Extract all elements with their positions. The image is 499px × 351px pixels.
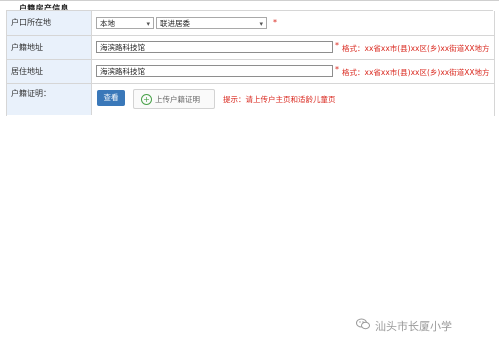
household-address-hint: 格式：xx省xx市(县)xx区(乡)xx街道XX地方 bbox=[342, 44, 490, 53]
wechat-icon bbox=[356, 318, 370, 330]
living-address-input[interactable]: 海滨路科技馆 bbox=[96, 65, 333, 77]
row-household-address: 户籍地址 海滨路科技馆 * 格式：xx省xx市(县)xx区(乡)xx街道XX地方 bbox=[7, 36, 494, 60]
required-marker: * bbox=[273, 18, 277, 27]
row-residence: 户口所在地 本地 ▾ 联进居委 ▾ * bbox=[7, 11, 494, 36]
top-divider bbox=[0, 0, 499, 1]
label-cell: 户口所在地 bbox=[7, 11, 92, 35]
living-address-hint: 格式：xx省xx市(县)xx区(乡)xx街道XX地方 bbox=[342, 68, 490, 77]
residence-label: 户口所在地 bbox=[11, 18, 51, 27]
watermark-text: 汕头市长厦小学 bbox=[375, 320, 452, 333]
household-form: 户口所在地 本地 ▾ 联进居委 ▾ * 户籍地址 海滨路科技馆 * 格式：xx省… bbox=[6, 11, 495, 116]
household-address-input[interactable]: 海滨路科技馆 bbox=[96, 41, 333, 53]
proof-label: 户籍证明： bbox=[11, 89, 51, 98]
upload-proof-button[interactable]: + 上传户籍证明 bbox=[133, 89, 215, 109]
proof-hint: 提示：请上传户主页和适龄儿童页 bbox=[223, 95, 336, 104]
required-marker: * bbox=[335, 65, 339, 74]
required-marker: * bbox=[335, 41, 339, 50]
living-address-label: 居住地址 bbox=[11, 67, 43, 76]
committee-select[interactable]: 联进居委 ▾ bbox=[156, 17, 267, 29]
upload-proof-label: 上传户籍证明 bbox=[155, 95, 200, 104]
plus-circle-icon: + bbox=[141, 94, 152, 105]
household-address-label: 户籍地址 bbox=[11, 43, 43, 52]
label-cell: 户籍证明： bbox=[7, 84, 92, 115]
label-cell: 居住地址 bbox=[7, 60, 92, 83]
row-living-address: 居住地址 海滨路科技馆 * 格式：xx省xx市(县)xx区(乡)xx街道XX地方 bbox=[7, 60, 494, 84]
view-button[interactable]: 查看 bbox=[97, 90, 125, 106]
chevron-down-icon: ▾ bbox=[146, 20, 150, 28]
committee-value: 联进居委 bbox=[160, 19, 190, 28]
residence-type-value: 本地 bbox=[100, 19, 115, 28]
label-cell: 户籍地址 bbox=[7, 36, 92, 59]
residence-type-select[interactable]: 本地 ▾ bbox=[96, 17, 154, 29]
chevron-down-icon: ▾ bbox=[259, 20, 263, 28]
